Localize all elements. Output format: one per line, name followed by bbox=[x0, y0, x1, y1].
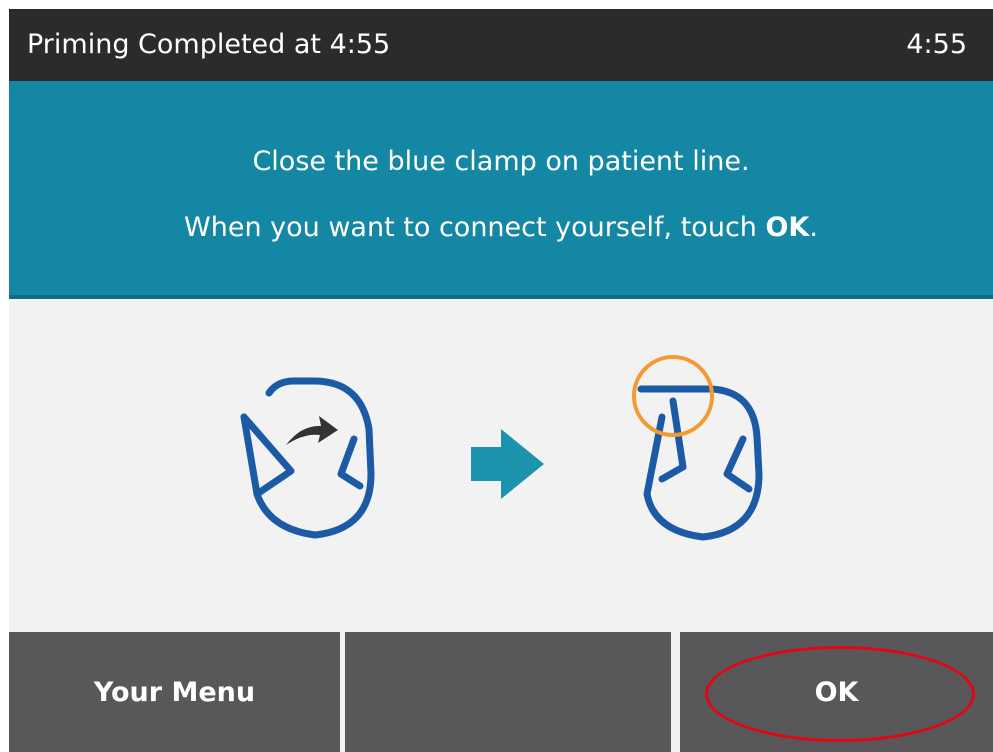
arrow-right-icon bbox=[471, 429, 544, 499]
clamp-open-icon bbox=[240, 377, 375, 539]
clamp-closed-icon bbox=[637, 385, 763, 541]
your-menu-button[interactable]: Your Menu bbox=[9, 632, 340, 752]
status-time: 4:55 bbox=[906, 29, 967, 60]
ok-button[interactable]: OK bbox=[680, 632, 993, 752]
instruction-line-2-end: . bbox=[809, 212, 818, 243]
instruction-line-2-text: When you want to connect yourself, touch bbox=[184, 212, 766, 243]
footer-bar: Your Menu OK bbox=[9, 632, 993, 752]
curved-arrow-icon bbox=[286, 416, 338, 445]
instruction-ok-emphasis: OK bbox=[765, 212, 810, 243]
pd-screen: Priming Completed at 4:55 4:55 Close the… bbox=[9, 9, 993, 752]
instruction-line-2: When you want to connect yourself, touch… bbox=[9, 211, 993, 245]
your-menu-label: Your Menu bbox=[93, 676, 256, 708]
empty-button[interactable] bbox=[345, 632, 671, 752]
status-title: Priming Completed at 4:55 bbox=[27, 29, 391, 60]
instruction-banner: Close the blue clamp on patient line. Wh… bbox=[9, 81, 993, 299]
ok-label: OK bbox=[814, 676, 859, 708]
clamp-illustration bbox=[9, 299, 993, 631]
instruction-line-1: Close the blue clamp on patient line. bbox=[252, 146, 750, 177]
status-bar: Priming Completed at 4:55 4:55 bbox=[9, 9, 993, 81]
